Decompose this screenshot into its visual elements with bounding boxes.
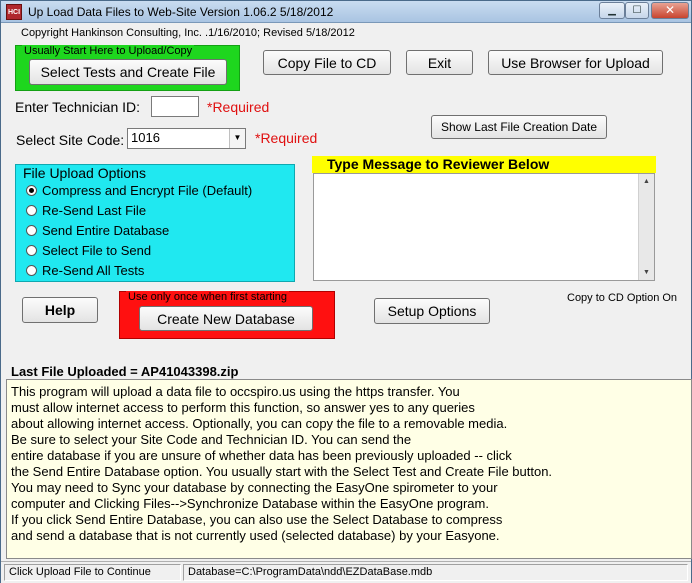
info-line: This program will upload a data file to … bbox=[11, 384, 460, 399]
info-line: about allowing internet access. Optional… bbox=[11, 416, 508, 431]
app-window: HCI Up Load Data Files to Web-Site Versi… bbox=[0, 0, 692, 583]
option-label: Send Entire Database bbox=[42, 223, 170, 238]
radio-icon[interactable] bbox=[26, 265, 37, 276]
reviewer-message-textarea[interactable]: ▲ ▼ bbox=[313, 173, 655, 281]
file-upload-options-group: File Upload Options Compress and Encrypt… bbox=[15, 164, 295, 282]
close-button[interactable]: ✕ bbox=[651, 2, 689, 19]
option-resend-all[interactable]: Re-Send All Tests bbox=[26, 263, 144, 278]
option-label: Re-Send Last File bbox=[42, 203, 147, 218]
last-file-uploaded: Last File Uploaded = AP41043398.zip bbox=[11, 364, 239, 379]
radio-icon[interactable] bbox=[26, 225, 37, 236]
chevron-down-icon[interactable]: ▼ bbox=[229, 129, 245, 148]
radio-selected-icon[interactable] bbox=[26, 185, 37, 196]
radio-icon[interactable] bbox=[26, 205, 37, 216]
copyright-text: Copyright Hankinson Consulting, Inc. .1/… bbox=[21, 27, 355, 39]
message-scrollbar[interactable]: ▲ ▼ bbox=[638, 174, 654, 280]
info-text-box: This program will upload a data file to … bbox=[6, 379, 692, 559]
select-tests-create-file-button[interactable]: Select Tests and Create File bbox=[29, 59, 227, 85]
help-button[interactable]: Help bbox=[22, 297, 98, 323]
info-line: the Send Entire Database option. You usu… bbox=[11, 464, 553, 479]
site-code-value: 1016 bbox=[131, 130, 160, 145]
copy-file-to-cd-button[interactable]: Copy File to CD bbox=[263, 50, 391, 75]
site-required-label: *Required bbox=[255, 130, 318, 146]
info-line: Be sure to select your Site Code and Tec… bbox=[11, 432, 412, 447]
site-code-label: Select Site Code: bbox=[16, 132, 125, 148]
message-header: Type Message to Reviewer Below bbox=[312, 156, 656, 173]
maximize-button[interactable]: ☐ bbox=[625, 2, 649, 19]
info-line: and send a database that is not currentl… bbox=[11, 528, 500, 543]
option-resend-last[interactable]: Re-Send Last File bbox=[26, 203, 146, 218]
window-title: Up Load Data Files to Web-Site Version 1… bbox=[28, 5, 334, 19]
new-database-label: Use only once when first starting bbox=[126, 291, 289, 303]
option-label: Re-Send All Tests bbox=[42, 263, 145, 278]
scroll-up-icon[interactable]: ▲ bbox=[639, 174, 654, 189]
start-here-group: Usually Start Here to Upload/Copy Select… bbox=[15, 45, 240, 91]
radio-icon[interactable] bbox=[26, 245, 37, 256]
copy-cd-status-label: Copy to CD Option On bbox=[567, 292, 678, 304]
status-database-path: Database=C:\ProgramData\ndd\EZDataBase.m… bbox=[183, 564, 688, 581]
minimize-button[interactable]: ▁ bbox=[599, 2, 625, 19]
technician-id-input[interactable] bbox=[151, 96, 199, 117]
info-line: must allow internet access to perform th… bbox=[11, 400, 475, 415]
option-select-file[interactable]: Select File to Send bbox=[26, 243, 151, 258]
option-compress-encrypt[interactable]: Compress and Encrypt File (Default) bbox=[26, 183, 252, 198]
start-here-label: Usually Start Here to Upload/Copy bbox=[22, 45, 195, 57]
use-browser-upload-button[interactable]: Use Browser for Upload bbox=[488, 50, 663, 75]
status-message: Click Upload File to Continue bbox=[4, 564, 181, 581]
technician-id-label: Enter Technician ID: bbox=[15, 99, 141, 115]
create-new-database-button[interactable]: Create New Database bbox=[139, 306, 313, 331]
site-code-select[interactable]: 1016 ▼ bbox=[127, 128, 246, 149]
option-label: Compress and Encrypt File (Default) bbox=[42, 183, 253, 198]
option-send-entire-db[interactable]: Send Entire Database bbox=[26, 223, 169, 238]
exit-button[interactable]: Exit bbox=[406, 50, 473, 75]
info-line: You may need to Sync your database by co… bbox=[11, 480, 498, 495]
show-last-file-date-button[interactable]: Show Last File Creation Date bbox=[431, 115, 607, 139]
new-database-group: Use only once when first starting Create… bbox=[119, 291, 335, 339]
info-line: If you click Send Entire Database, you c… bbox=[11, 512, 503, 527]
app-icon: HCI bbox=[6, 4, 22, 20]
setup-options-button[interactable]: Setup Options bbox=[374, 298, 490, 324]
option-label: Select File to Send bbox=[42, 243, 152, 258]
file-upload-options-title: File Upload Options bbox=[23, 165, 146, 181]
message-title: Type Message to Reviewer Below bbox=[327, 156, 550, 172]
info-line: computer and Clicking Files-->Synchroniz… bbox=[11, 496, 489, 511]
technician-required-label: *Required bbox=[207, 99, 270, 115]
scroll-down-icon[interactable]: ▼ bbox=[639, 265, 654, 280]
status-bar: Click Upload File to Continue Database=C… bbox=[1, 561, 691, 583]
info-line: entire database if you are unsure of whe… bbox=[11, 448, 512, 463]
title-bar[interactable]: HCI Up Load Data Files to Web-Site Versi… bbox=[1, 1, 691, 23]
